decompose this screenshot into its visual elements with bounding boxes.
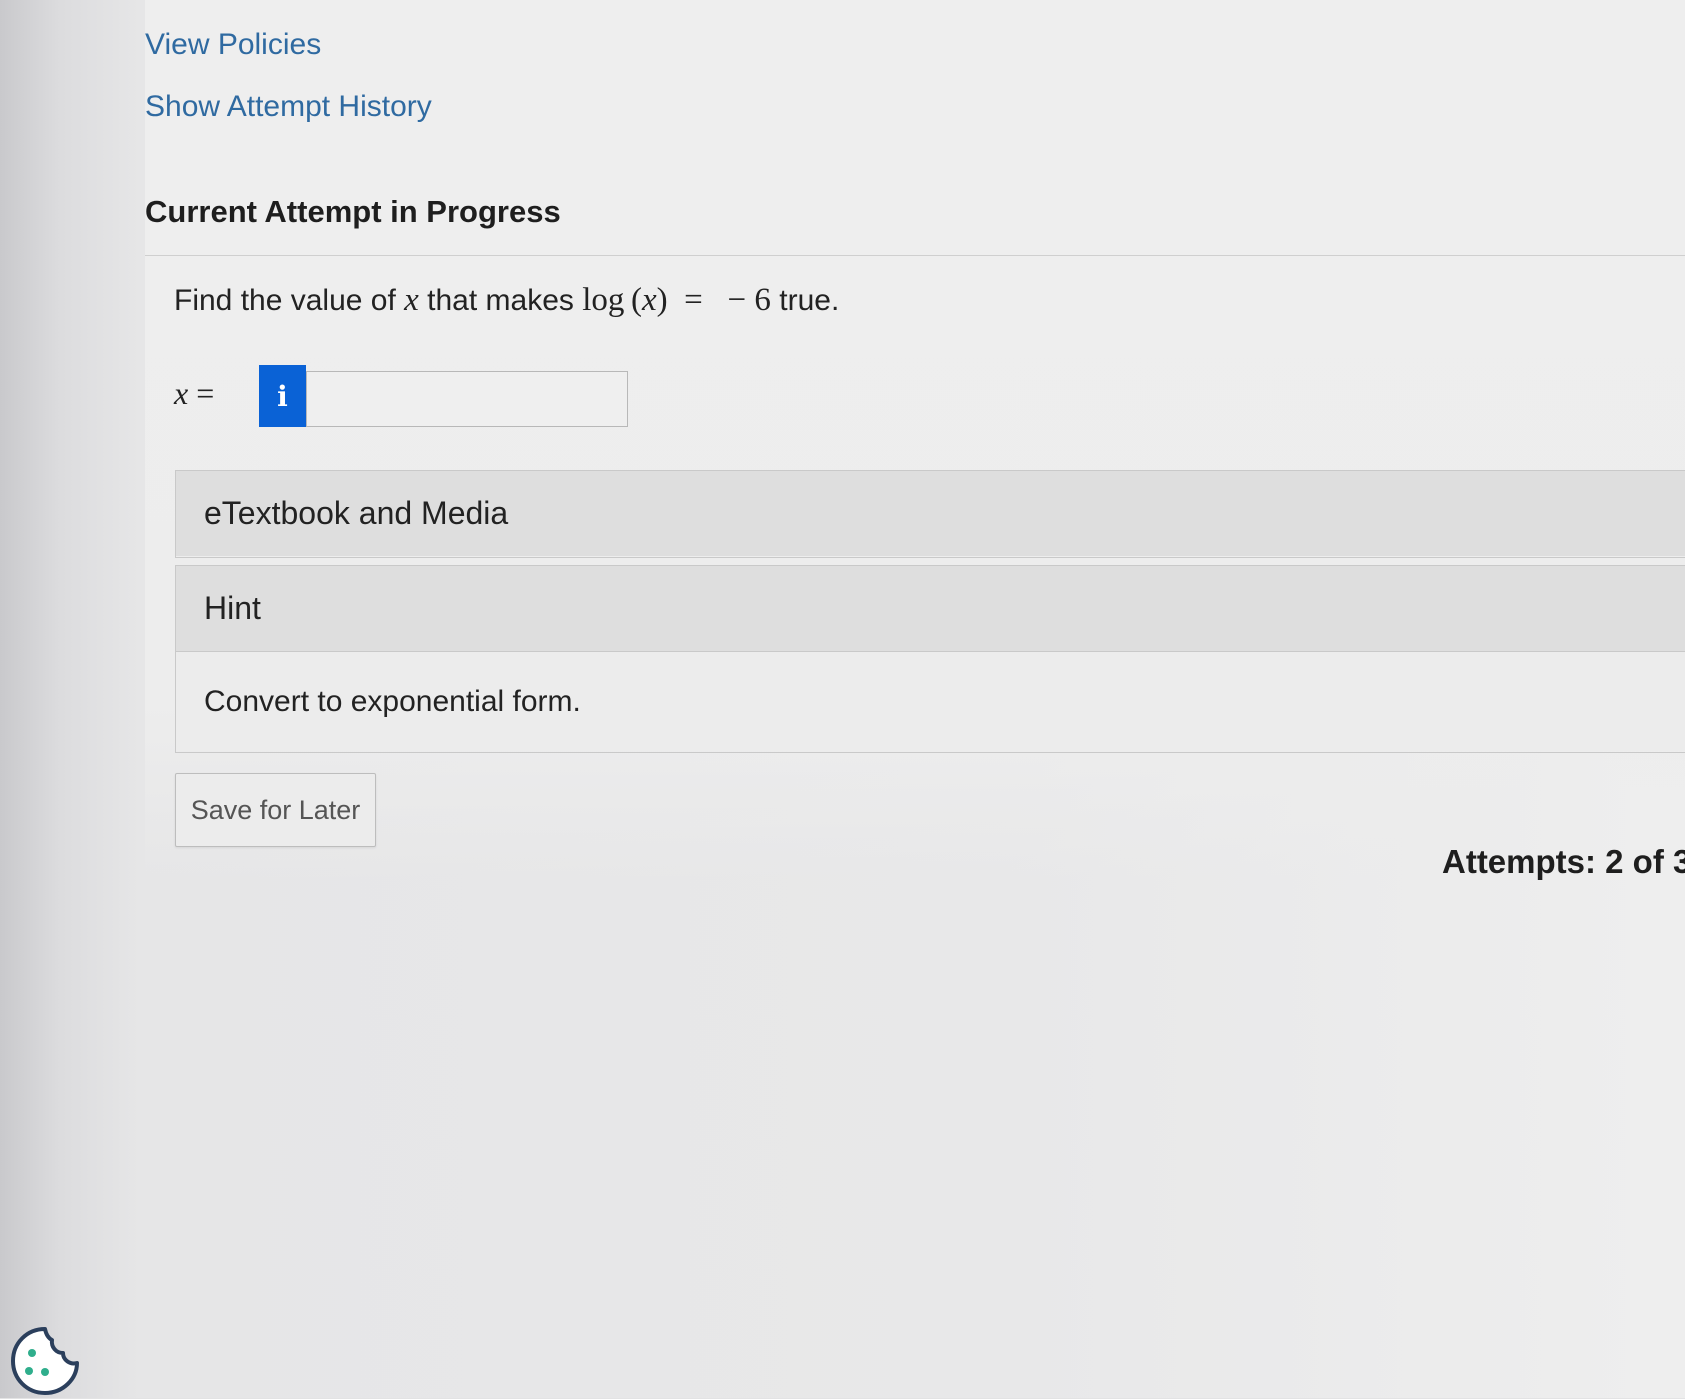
arg-variable: x <box>642 282 657 318</box>
save-for-later-button[interactable]: Save for Later <box>175 773 376 847</box>
etextbook-toggle[interactable]: eTextbook and Media <box>176 471 1685 556</box>
answer-label: x = <box>174 375 214 412</box>
hint-toggle[interactable]: Hint <box>176 566 1685 652</box>
view-policies-link[interactable]: View Policies <box>145 28 321 62</box>
question-equation: log (x) = − 6 <box>582 282 771 318</box>
info-button[interactable]: i <box>259 365 306 427</box>
question-text: Find the value of x that makes log (x) =… <box>174 282 839 319</box>
hint-panel: Hint Convert to exponential form. <box>175 565 1685 753</box>
hint-text: Convert to exponential form. <box>176 652 1685 751</box>
answer-equals: = <box>196 375 215 411</box>
section-title: Current Attempt in Progress <box>145 194 561 229</box>
info-icon: i <box>277 379 288 413</box>
section-divider <box>145 255 1685 256</box>
log-function: log <box>582 282 625 318</box>
equation-rhs: − 6 <box>727 282 771 318</box>
question-middle: that makes <box>427 284 574 317</box>
arg-close: ) <box>656 282 668 318</box>
question-variable: x <box>404 282 419 318</box>
question-suffix: true. <box>779 284 840 317</box>
answer-input[interactable] <box>306 371 628 427</box>
etextbook-panel: eTextbook and Media <box>175 470 1685 558</box>
question-prefix: Find the value of <box>174 284 396 317</box>
cookie-icon[interactable] <box>8 1325 82 1399</box>
equals-sign: = <box>684 282 703 318</box>
show-attempt-history-link[interactable]: Show Attempt History <box>145 90 432 124</box>
arg-open: ( <box>631 282 643 318</box>
answer-variable: x <box>174 375 189 411</box>
attempts-counter: Attempts: 2 of 3 <box>1442 843 1685 880</box>
